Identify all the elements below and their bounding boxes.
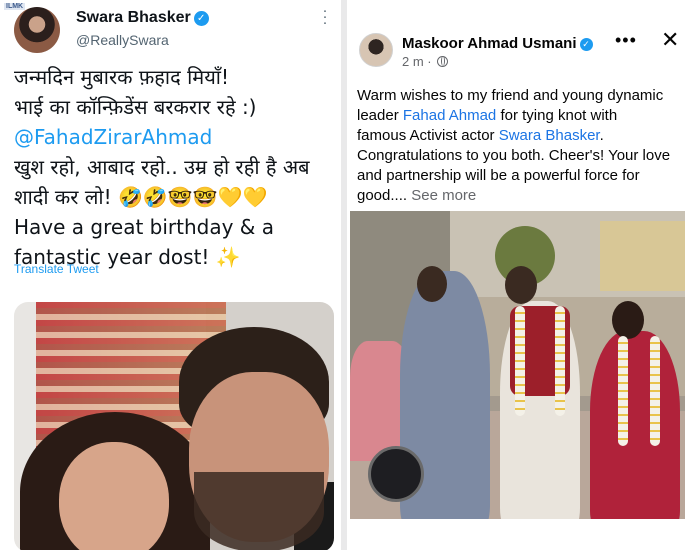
fb-timestamp[interactable]: 2 m · (402, 54, 432, 69)
fahad-ahmad-link[interactable]: Fahad Ahmad (403, 107, 496, 124)
fb-author-avatar[interactable] (359, 33, 393, 67)
photo-man-beard (194, 472, 324, 550)
vertical-ellipsis-icon[interactable]: · · · (322, 3, 328, 30)
fb-text-segment: for tying knot with (496, 107, 618, 124)
photo-bride-garland (650, 336, 660, 446)
fb-text-line: famous Activist actor Swara Bhasker. (357, 126, 682, 146)
tweet-line: खुश रहो, आबाद रहो.. उम्र हो रही है अब (14, 155, 310, 179)
fb-author-name[interactable]: Maskoor Ahmad Usmani ✓ (402, 35, 593, 52)
photo-groom-garland (555, 306, 565, 416)
fb-text-line: good.... See more (357, 186, 682, 206)
tweet-author-name[interactable]: Swara Bhasker ✓ (76, 9, 209, 27)
photo-groom-head (505, 266, 537, 304)
photo-bride-garland (618, 336, 628, 446)
fb-text-segment: good.... (357, 187, 412, 204)
fb-text-line: Warm wishes to my friend and young dynam… (357, 87, 664, 104)
photo-person-kurta-head (417, 266, 447, 302)
avatar-tag: ILMK (4, 3, 26, 10)
close-icon[interactable]: ✕ (661, 29, 679, 51)
fb-post-photo[interactable] (350, 211, 685, 519)
photo-bride-head (612, 301, 644, 339)
tweet-text: जन्मदिन मुबारक फ़हाद मियाँ! भाई का कॉन्फ… (14, 62, 334, 272)
tweet-photo[interactable] (14, 302, 334, 550)
fb-text-line: and partnership will be a powerful force… (357, 167, 640, 184)
photo-groom-garland (515, 306, 525, 416)
fb-text-segment: famous Activist actor (357, 127, 499, 144)
tweet-card: ILMK Swara Bhasker ✓ @ReallySwara · · · जन्… (0, 0, 341, 550)
photo-woman-face (59, 442, 169, 550)
tweet-author-handle[interactable]: @ReallySwara (76, 32, 169, 48)
tweet-author-name-text: Swara Bhasker (76, 9, 191, 26)
verified-badge-icon: ✓ (579, 38, 593, 51)
tweet-line: जन्मदिन मुबारक फ़हाद मियाँ! (14, 65, 230, 89)
more-options-icon[interactable]: ••• (615, 30, 637, 51)
globe-icon (437, 56, 449, 67)
verified-badge-icon: ✓ (193, 11, 209, 26)
photo-bride (590, 331, 680, 519)
tweet-line: Have a great birthday & a (14, 215, 274, 239)
translate-tweet-link[interactable]: Translate Tweet (14, 262, 99, 276)
fb-author-name-text: Maskoor Ahmad Usmani (402, 35, 577, 52)
fb-text-segment: leader (357, 107, 403, 124)
see-more-link[interactable]: See more (411, 187, 476, 204)
fb-post-text: Warm wishes to my friend and young dynam… (357, 86, 682, 206)
facebook-post-card: Maskoor Ahmad Usmani ✓ 2 m · ••• ✕ Warm w… (347, 0, 688, 550)
tweet-line: भाई का कॉन्फ़िडेंस बरकरार रहे :) (14, 95, 257, 119)
fb-post-meta: 2 m · (402, 54, 449, 69)
photo-building-right (600, 221, 685, 291)
photo-dhol-drum (368, 446, 424, 502)
fb-text-line: leader Fahad Ahmad for tying knot with (357, 106, 682, 126)
tweet-author-avatar[interactable]: ILMK (4, 3, 60, 53)
fb-text-segment: . (599, 127, 604, 144)
tweet-mention-link[interactable]: @FahadZirarAhmad (14, 122, 334, 152)
tweet-line: शादी कर लो! 🤣🤣🤓🤓💛💛 (14, 185, 268, 209)
swara-bhasker-link[interactable]: Swara Bhasker (499, 127, 600, 144)
fb-text-line: Congratulations to you both. Cheer's! Yo… (357, 147, 671, 164)
